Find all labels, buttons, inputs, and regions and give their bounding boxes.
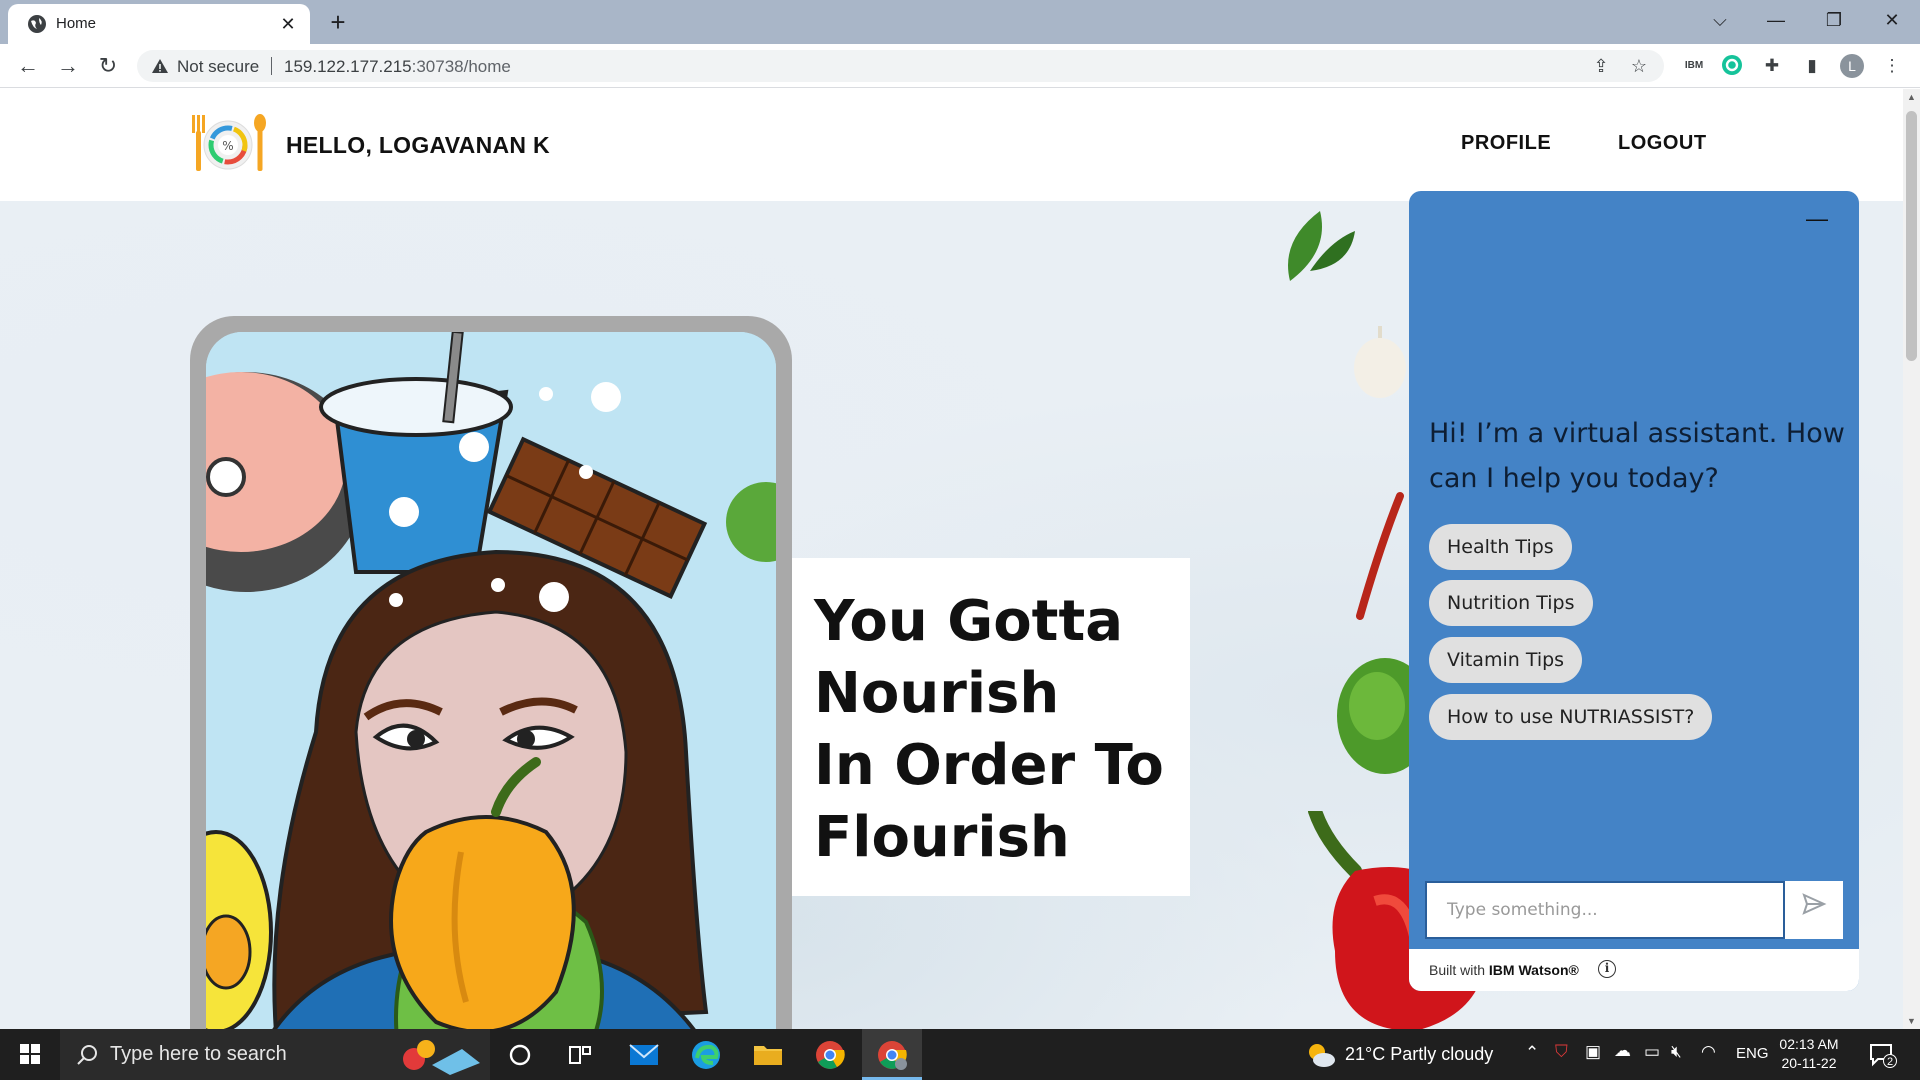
mail-icon[interactable]	[627, 1038, 661, 1072]
option-how-to-use[interactable]: How to use NUTRIASSIST?	[1429, 694, 1713, 740]
battery-icon[interactable]: ▭	[1644, 1042, 1660, 1062]
side-panel-icon[interactable]: ▮	[1800, 54, 1824, 78]
warning-icon	[152, 59, 168, 73]
weather-text[interactable]: 21°C Partly cloudy	[1345, 1044, 1493, 1065]
task-view-icon[interactable]	[563, 1038, 597, 1072]
taskbar-search-box[interactable]: Type here to search	[60, 1029, 490, 1080]
notification-count: 2	[1883, 1054, 1897, 1068]
show-hidden-icons-icon[interactable]: ⌃	[1525, 1043, 1539, 1063]
volume-muted-icon[interactable]: 🔇︎	[1671, 1042, 1682, 1062]
basil-leaves-image	[1288, 211, 1355, 281]
ibm-watson-brand: IBM Watson®	[1488, 962, 1579, 978]
minimize-window-icon[interactable]: —	[1748, 0, 1804, 40]
url-path: :30738/home	[411, 57, 511, 76]
search-highlight-icon	[403, 1040, 480, 1075]
portrait-frame	[190, 316, 792, 1029]
built-with-prefix: Built with	[1429, 962, 1486, 978]
nutriassist-logo-icon: %	[192, 114, 266, 171]
user-greeting: HELLO, LOGAVANAN K	[286, 132, 550, 158]
grammarly-extension-icon[interactable]	[1720, 54, 1744, 78]
svg-text:%: %	[222, 139, 233, 153]
windows-start-icon[interactable]	[0, 1029, 60, 1080]
address-bar[interactable]: Not secure 159.122.177.215:30738/home ⇪ …	[137, 50, 1664, 82]
lime-image	[1337, 658, 1415, 774]
send-arrow-icon	[1802, 893, 1827, 915]
send-icon[interactable]	[1785, 881, 1843, 939]
reload-icon[interactable]: ↻	[92, 50, 124, 82]
page-scrollbar[interactable]: ▲ ▼	[1903, 89, 1920, 1029]
chat-message-input[interactable]: Type something...	[1425, 881, 1785, 939]
tab-title: Home	[56, 15, 97, 32]
browser-menu-icon[interactable]: ⋮	[1880, 54, 1904, 78]
omnibox-divider	[271, 57, 272, 75]
assistant-greeting: Hi! I’m a virtual assistant. How can I h…	[1429, 418, 1845, 494]
web-page: % HELLO, LOGAVANAN K PROFILE LOGOUT You …	[0, 89, 1903, 1029]
profile-initial: L	[1848, 58, 1856, 74]
browser-tab-home[interactable]: Home ✕	[8, 4, 310, 44]
quote-line: Nourish	[814, 661, 1060, 726]
option-health-tips[interactable]: Health Tips	[1429, 524, 1572, 570]
minimize-chat-icon[interactable]: —	[1805, 207, 1829, 231]
weather-partly-cloudy-icon[interactable]	[1304, 1038, 1338, 1072]
restore-window-icon[interactable]: ❐	[1806, 0, 1862, 40]
not-secure-label[interactable]: Not secure	[177, 57, 259, 77]
nav-logout-link[interactable]: LOGOUT	[1618, 132, 1707, 155]
illustration-artwork	[206, 332, 776, 1029]
ibm-extension-icon[interactable]: IBM	[1682, 54, 1706, 78]
onedrive-cloud-icon[interactable]: ☁	[1614, 1041, 1631, 1061]
hero-quote: You Gotta Nourish In Order To Flourish	[814, 586, 1184, 874]
chili-pepper-image	[1356, 492, 1404, 620]
watson-chat-widget: — Hi! I’m a virtual assistant. How can I…	[1409, 191, 1859, 991]
url-text[interactable]: 159.122.177.215:30738/home	[284, 57, 511, 77]
close-tab-icon[interactable]: ✕	[276, 12, 300, 36]
scroll-down-arrow-icon[interactable]: ▼	[1906, 1015, 1917, 1027]
cortana-icon[interactable]	[503, 1038, 537, 1072]
taskbar-clock[interactable]: 02:13 AM 20-11-22	[1768, 1035, 1850, 1073]
notification-center-icon[interactable]: 2	[1868, 1041, 1897, 1069]
new-tab-button[interactable]: +	[322, 6, 354, 38]
quote-card: You Gotta Nourish In Order To Flourish	[792, 558, 1190, 896]
active-chrome-task[interactable]	[862, 1029, 922, 1080]
share-icon[interactable]: ⇪	[1589, 54, 1613, 78]
quote-line: You Gotta	[814, 589, 1124, 654]
browser-tab-strip: Home ✕ + ⌵ — ❐ ✕	[0, 0, 1920, 44]
woman-eating-pepper-illustration	[206, 332, 776, 1029]
tab-search-chevron-icon[interactable]: ⌵	[1692, 0, 1748, 40]
garlic-image	[1354, 326, 1406, 398]
clock-time: 02:13 AM	[1779, 1036, 1839, 1052]
grammarly-logo-icon	[1722, 55, 1742, 75]
language-indicator[interactable]: ENG	[1736, 1045, 1769, 1062]
mcafee-icon[interactable]: ⛉	[1555, 1042, 1568, 1062]
scrollbar-thumb[interactable]	[1906, 111, 1917, 361]
browser-toolbar: ← → ↻ Not secure 159.122.177.215:30738/h…	[0, 44, 1920, 88]
quote-line: In Order To	[814, 733, 1164, 798]
wifi-icon[interactable]: ◠	[1701, 1042, 1716, 1062]
url-host: 159.122.177.215	[284, 57, 412, 76]
option-nutrition-tips[interactable]: Nutrition Tips	[1429, 580, 1593, 626]
chrome-icon[interactable]	[813, 1038, 847, 1072]
meet-now-icon[interactable]: ▣	[1585, 1042, 1601, 1062]
nav-profile-link[interactable]: PROFILE	[1461, 132, 1551, 155]
taskbar-search-placeholder: Type here to search	[110, 1043, 287, 1065]
globe-icon	[28, 15, 46, 33]
clock-date: 20-11-22	[1781, 1055, 1837, 1071]
scroll-up-arrow-icon[interactable]: ▲	[1906, 91, 1917, 103]
file-explorer-icon[interactable]	[751, 1038, 785, 1072]
forward-arrow-icon[interactable]: →	[52, 50, 84, 82]
option-vitamin-tips[interactable]: Vitamin Tips	[1429, 637, 1583, 683]
back-arrow-icon[interactable]: ←	[12, 50, 44, 82]
built-with-label: Built with IBM Watson®	[1429, 962, 1579, 978]
windows-taskbar: Type here to search 21°C Partly cloudy ⌃…	[0, 1029, 1920, 1080]
site-header: % HELLO, LOGAVANAN K PROFILE LOGOUT	[0, 89, 1903, 201]
close-window-icon[interactable]: ✕	[1864, 0, 1920, 40]
bookmark-star-icon[interactable]: ☆	[1627, 54, 1651, 78]
chrome-profile-icon	[878, 1041, 907, 1070]
extensions-puzzle-icon[interactable]: ✚	[1760, 54, 1784, 78]
info-icon[interactable]: i	[1598, 960, 1616, 978]
profile-avatar[interactable]: L	[1840, 54, 1864, 78]
quote-line: Flourish	[814, 805, 1070, 870]
chat-footer: Built with IBM Watson® i	[1409, 949, 1859, 991]
search-icon	[77, 1045, 97, 1065]
edge-browser-icon[interactable]	[689, 1038, 723, 1072]
